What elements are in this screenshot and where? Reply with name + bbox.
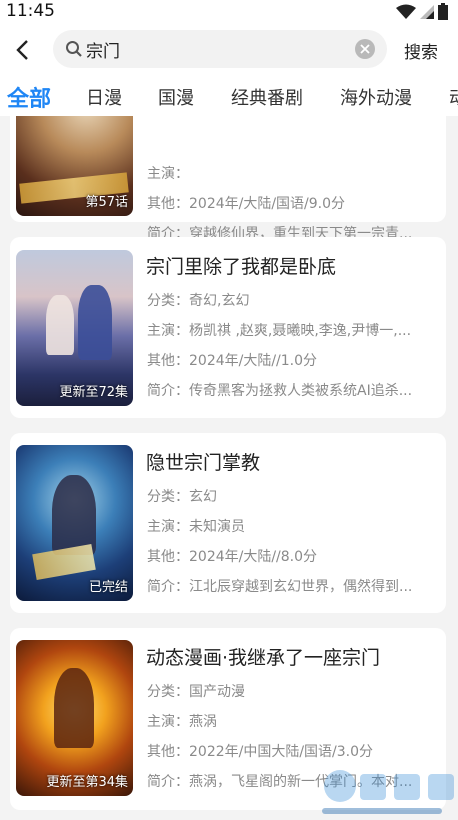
tab-japanese-anime[interactable]: 日漫 [86,84,122,110]
cover-figure [78,285,112,360]
status-time: 11:45 [6,1,55,21]
battery-icon [438,3,448,20]
category-tabs: 全部 日漫 国漫 经典番剧 海外动漫 动 [0,76,458,116]
tab-classic-series[interactable]: 经典番剧 [231,84,303,110]
tab-overseas-anime[interactable]: 海外动漫 [340,84,412,110]
signal-icon [420,5,434,19]
cover-figure [46,295,74,355]
back-arrow-icon [16,40,28,60]
card-other: 其他：2024年/大陆//1.0分 [147,353,318,369]
card-category: 分类：玄幻 [147,489,217,505]
card-cast: 主演：未知演员 [147,519,245,535]
result-card[interactable]: 更新至72集 宗门里除了我都是卧底 分类：奇幻,玄幻 主演：杨凯祺 ,赵爽,聂曦… [10,237,446,418]
tab-chinese-anime[interactable]: 国漫 [158,84,194,110]
cover-badge: 第57话 [85,195,128,210]
tab-all[interactable]: 全部 [7,81,51,113]
cover-image: 更新至72集 [16,250,133,406]
tab-more-cut-off[interactable]: 动 [449,84,458,110]
card-category: 分类：奇幻,玄幻 [147,293,250,309]
card-title: 动态漫画·我继承了一座宗门 [146,647,381,669]
back-button[interactable] [8,34,36,66]
card-other: 其他：2024年/大陆//8.0分 [147,549,318,565]
results-list: 第57话 主演： 其他：2024年/大陆/国语/9.0分 简介：穿越修仙界，重生… [0,116,458,820]
status-bar: 11:45 [0,0,458,24]
card-description: 简介：江北辰穿越到玄幻世界，偶然得到... [147,579,413,595]
card-cast: 主演：燕涡 [147,714,217,730]
cover-badge: 已完结 [88,580,128,595]
result-card[interactable]: 已完结 隐世宗门掌教 分类：玄幻 主演：未知演员 其他：2024年/大陆//8.… [10,433,446,613]
card-title: 隐世宗门掌教 [146,452,261,474]
cover-figure [52,475,96,555]
watermark-logo [322,770,454,814]
search-header: 搜索 [0,24,458,76]
cover-figure [54,668,94,748]
status-icons [396,3,448,20]
card-other: 其他：2024年/大陆/国语/9.0分 [147,196,346,212]
search-icon [66,41,82,57]
card-cast: 主演：杨凯祺 ,赵爽,聂曦映,李逸,尹博一,... [147,323,412,339]
card-category: 分类：国产动漫 [147,684,245,700]
close-icon [360,44,370,54]
card-other: 其他：2022年/中国大陆/国语/3.0分 [147,744,374,760]
cover-image: 更新至第34集 [16,640,133,796]
search-input[interactable] [86,30,346,68]
cover-badge: 更新至第34集 [46,775,128,790]
wifi-icon [396,4,416,19]
card-cast: 主演： [147,166,189,182]
cover-image: 第57话 [16,116,133,216]
search-button[interactable]: 搜索 [404,38,438,63]
cover-image: 已完结 [16,445,133,601]
card-description: 简介：传奇黑客为拯救人类被系统AI追杀... [147,383,413,399]
card-title: 宗门里除了我都是卧底 [146,256,337,278]
result-card[interactable]: 第57话 主演： 其他：2024年/大陆/国语/9.0分 简介：穿越修仙界，重生… [10,116,446,242]
cover-badge: 更新至72集 [59,385,128,400]
search-box[interactable] [53,30,387,68]
cover-title-art [32,543,96,581]
clear-search-button[interactable] [355,39,375,59]
